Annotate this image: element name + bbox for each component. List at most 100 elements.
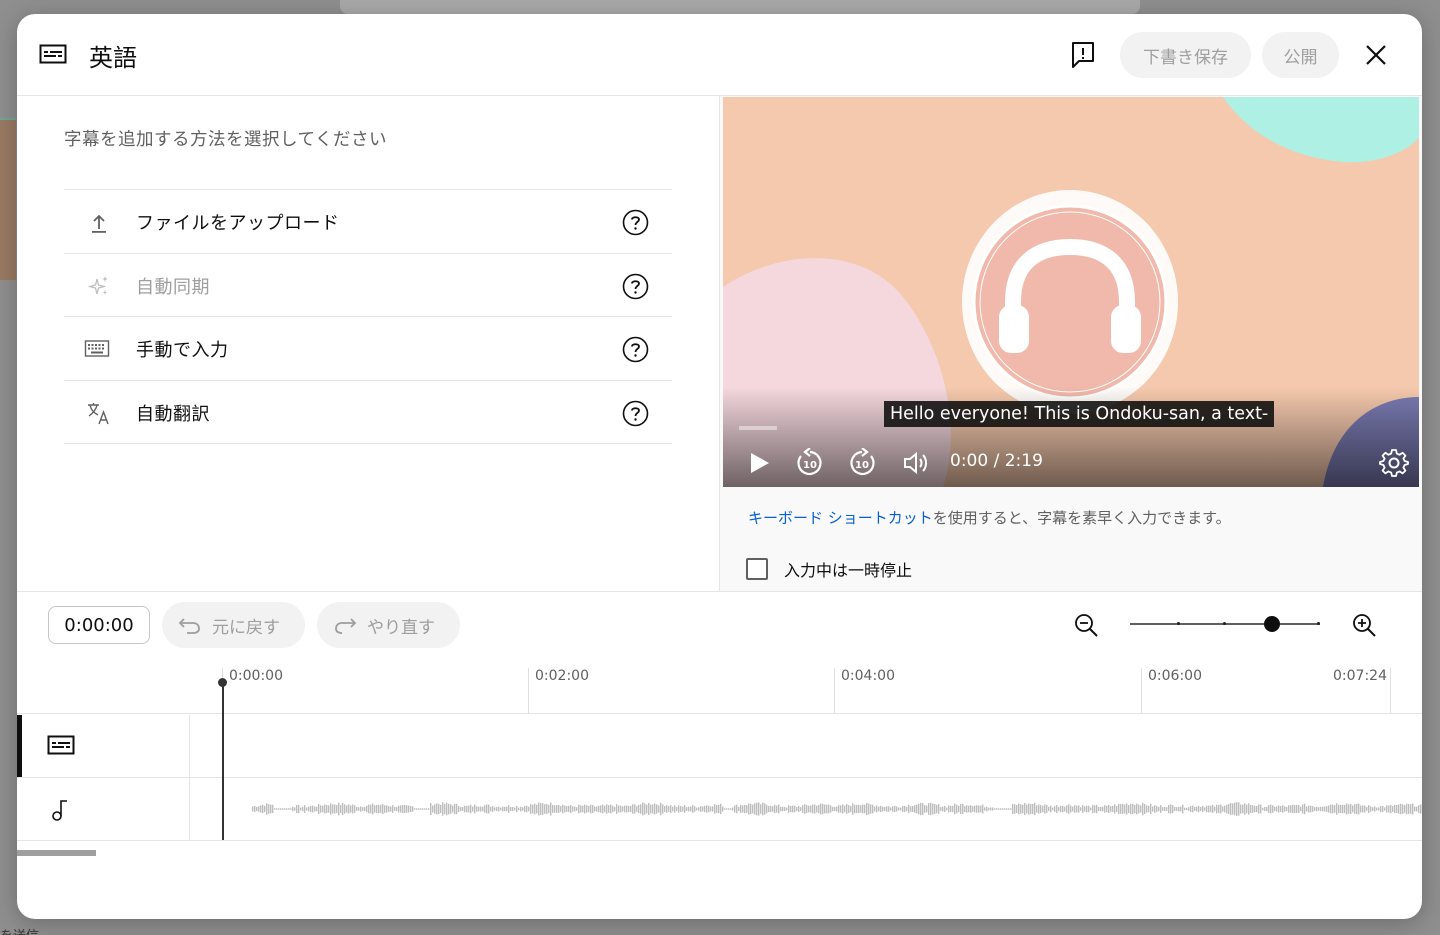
waveform-bar: [900, 807, 902, 811]
progress-bar[interactable]: [739, 426, 777, 430]
waveform-bar: [574, 806, 576, 812]
waveform-bar: [494, 807, 496, 811]
waveform-bar: [256, 806, 258, 812]
waveform-bar: [918, 803, 920, 815]
zoom-step: [1317, 622, 1320, 625]
waveform-bar: [336, 805, 338, 813]
waveform-bar: [1368, 805, 1370, 813]
waveform-bar: [432, 805, 434, 813]
playhead[interactable]: [222, 683, 224, 840]
waveform-bar: [1270, 804, 1272, 814]
waveform-bar: [472, 806, 474, 812]
subtitle-editor-dialog: 英語 下書き保存 公開 字幕を追加する方法を選択してください ファイルをアップロ…: [17, 14, 1422, 919]
waveform-bar: [1180, 806, 1182, 812]
waveform-bar: [872, 804, 874, 814]
waveform-bar: [976, 805, 978, 813]
zoom-slider-handle[interactable]: [1264, 616, 1280, 632]
waveform-bar: [1322, 806, 1324, 812]
waveform-bar: [1332, 804, 1334, 814]
volume-icon[interactable]: [901, 448, 931, 478]
rewind-10-icon[interactable]: 10: [795, 448, 825, 478]
waveform-bar: [1106, 805, 1108, 813]
waveform-bar: [1306, 806, 1308, 812]
waveform-bar: [306, 807, 308, 811]
forward-10-icon[interactable]: 10: [847, 448, 877, 478]
zoom-in-icon[interactable]: [1350, 611, 1378, 639]
waveform-bar: [308, 806, 310, 812]
waveform-bar: [1236, 802, 1238, 816]
zoom-out-icon[interactable]: [1072, 611, 1100, 639]
settings-gear-icon[interactable]: [1379, 448, 1409, 478]
waveform-bar: [450, 804, 452, 814]
waveform-bar: [466, 805, 468, 813]
help-icon[interactable]: [622, 273, 649, 300]
method-upload-file[interactable]: ファイルをアップロード: [64, 190, 672, 254]
current-timecode-input[interactable]: 0:00:00: [48, 606, 150, 644]
waveform-bar: [600, 805, 602, 813]
waveform-bar: [830, 805, 832, 813]
waveform-bar: [1230, 803, 1232, 815]
dialog-title: 英語: [89, 44, 137, 72]
waveform-bar: [564, 805, 566, 813]
video-player[interactable]: Hello everyone! This is Ondoku-san, a te…: [723, 97, 1419, 487]
waveform-bar: [820, 803, 822, 815]
save-draft-button[interactable]: 下書き保存: [1120, 32, 1251, 78]
waveform-bar: [1372, 807, 1374, 811]
waveform-bar: [714, 804, 716, 814]
waveform-bar: [718, 804, 720, 814]
waveform-bar: [1042, 805, 1044, 813]
method-auto-translate[interactable]: 自動翻訳: [64, 381, 672, 444]
pause-while-typing-checkbox[interactable]: [746, 558, 768, 580]
waveform-bar: [578, 804, 580, 814]
waveform-bar: [1128, 804, 1130, 814]
waveform-bar: [1162, 807, 1164, 811]
subtitle-track[interactable]: [17, 715, 1422, 778]
waveform-bar: [1374, 806, 1376, 812]
waveform-bar: [770, 805, 772, 813]
ruler-tick-label: 0:07:24: [1333, 668, 1387, 684]
undo-button[interactable]: 元に戻す: [162, 602, 305, 648]
pause-while-typing-row[interactable]: 入力中は一時停止: [746, 557, 912, 581]
waveform-bar: [1066, 805, 1068, 813]
waveform-bar: [1240, 804, 1242, 814]
waveform-bar: [1114, 804, 1116, 814]
waveform-bar: [850, 805, 852, 813]
audio-track-header: [17, 778, 190, 840]
background-text: を送信: [0, 925, 39, 935]
close-icon[interactable]: [1363, 42, 1389, 68]
method-manual-input[interactable]: 手動で入力: [64, 317, 672, 381]
zoom-slider[interactable]: [1130, 622, 1320, 625]
waveform-bar: [1346, 803, 1348, 815]
help-icon[interactable]: [622, 209, 649, 236]
horizontal-scrollbar[interactable]: [17, 850, 96, 856]
waveform-bar: [428, 808, 430, 810]
waveform-bar: [832, 806, 834, 812]
waveform-bar: [462, 807, 464, 811]
redo-button[interactable]: やり直す: [317, 602, 460, 648]
waveform-bar: [376, 804, 378, 814]
timeline-ruler[interactable]: 0:00:00 0:02:00 0:04:00 0:06:00 0:07:24: [17, 662, 1422, 714]
waveform-bar: [1366, 807, 1368, 811]
waveform-bar: [916, 804, 918, 814]
waveform-bar: [1004, 808, 1006, 810]
help-icon[interactable]: [622, 336, 649, 363]
waveform-bar: [654, 803, 656, 815]
play-icon[interactable]: [747, 448, 773, 478]
feedback-icon[interactable]: [1069, 40, 1097, 70]
waveform-bar: [334, 804, 336, 814]
help-icon[interactable]: [622, 400, 649, 427]
waveform-bar: [1194, 807, 1196, 811]
keyboard-shortcut-link[interactable]: キーボード ショートカット: [748, 509, 933, 527]
waveform-bar: [1382, 805, 1384, 813]
waveform-bar: [668, 806, 670, 812]
waveform-bar: [1340, 804, 1342, 814]
waveform-bar: [500, 807, 502, 811]
waveform-bar: [736, 804, 738, 814]
publish-button[interactable]: 公開: [1262, 32, 1339, 78]
waveform-bar: [370, 804, 372, 814]
waveform-bar: [858, 804, 860, 814]
waveform-bar: [796, 806, 798, 812]
waveform-bar: [1234, 802, 1236, 816]
waveform-bar: [258, 806, 260, 812]
waveform-bar: [1192, 805, 1194, 813]
